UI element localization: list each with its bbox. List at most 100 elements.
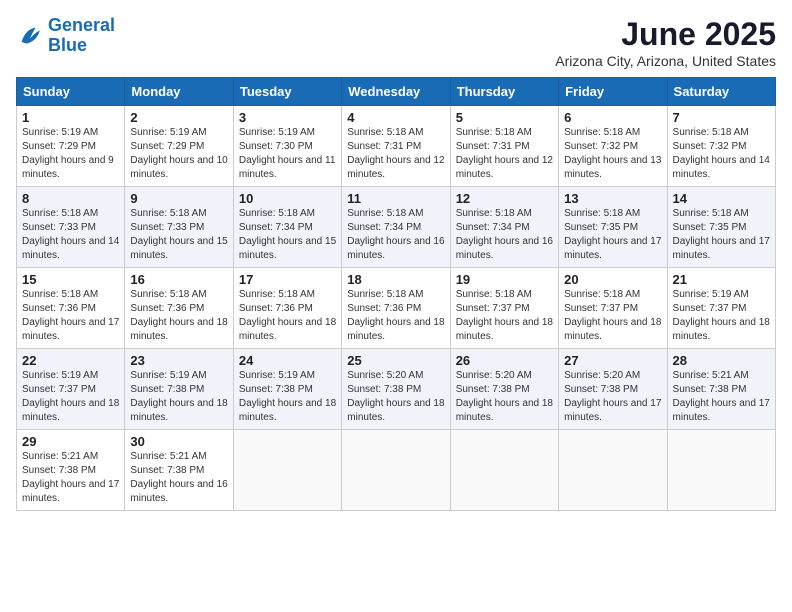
table-row: 28 Sunrise: 5:21 AM Sunset: 7:38 PM Dayl… [667,349,775,430]
day-number: 6 [564,110,661,125]
day-number: 1 [22,110,119,125]
day-number: 3 [239,110,336,125]
day-info: Sunrise: 5:18 AM Sunset: 7:34 PM Dayligh… [347,207,444,263]
calendar-subtitle: Arizona City, Arizona, United States [555,53,776,69]
day-info: Sunrise: 5:18 AM Sunset: 7:35 PM Dayligh… [673,207,770,263]
day-number: 17 [239,272,336,287]
table-row: 3 Sunrise: 5:19 AM Sunset: 7:30 PM Dayli… [233,106,341,187]
day-number: 28 [673,353,770,368]
logo-text: General Blue [48,16,115,56]
table-row: 8 Sunrise: 5:18 AM Sunset: 7:33 PM Dayli… [17,187,125,268]
day-info: Sunrise: 5:20 AM Sunset: 7:38 PM Dayligh… [456,369,553,425]
day-number: 10 [239,191,336,206]
table-row: 22 Sunrise: 5:19 AM Sunset: 7:37 PM Dayl… [17,349,125,430]
calendar-title: June 2025 [555,16,776,53]
day-info: Sunrise: 5:18 AM Sunset: 7:32 PM Dayligh… [673,126,770,182]
day-number: 2 [130,110,227,125]
table-row: 24 Sunrise: 5:19 AM Sunset: 7:38 PM Dayl… [233,349,341,430]
day-number: 25 [347,353,444,368]
table-row: 5 Sunrise: 5:18 AM Sunset: 7:31 PM Dayli… [450,106,558,187]
table-row: 10 Sunrise: 5:18 AM Sunset: 7:34 PM Dayl… [233,187,341,268]
table-row: 14 Sunrise: 5:18 AM Sunset: 7:35 PM Dayl… [667,187,775,268]
day-number: 9 [130,191,227,206]
day-info: Sunrise: 5:20 AM Sunset: 7:38 PM Dayligh… [347,369,444,425]
day-number: 27 [564,353,661,368]
day-info: Sunrise: 5:18 AM Sunset: 7:31 PM Dayligh… [347,126,444,182]
day-number: 15 [22,272,119,287]
day-number: 24 [239,353,336,368]
table-row: 20 Sunrise: 5:18 AM Sunset: 7:37 PM Dayl… [559,268,667,349]
day-info: Sunrise: 5:19 AM Sunset: 7:37 PM Dayligh… [22,369,119,425]
header-sunday: Sunday [17,78,125,106]
table-row: 25 Sunrise: 5:20 AM Sunset: 7:38 PM Dayl… [342,349,450,430]
day-info: Sunrise: 5:18 AM Sunset: 7:37 PM Dayligh… [456,288,553,344]
table-row [342,430,450,511]
day-number: 18 [347,272,444,287]
table-row: 13 Sunrise: 5:18 AM Sunset: 7:35 PM Dayl… [559,187,667,268]
table-row: 16 Sunrise: 5:18 AM Sunset: 7:36 PM Dayl… [125,268,233,349]
header-wednesday: Wednesday [342,78,450,106]
page-header: General Blue June 2025 Arizona City, Ari… [16,16,776,69]
day-number: 4 [347,110,444,125]
day-number: 7 [673,110,770,125]
day-info: Sunrise: 5:19 AM Sunset: 7:29 PM Dayligh… [22,126,119,182]
table-row: 4 Sunrise: 5:18 AM Sunset: 7:31 PM Dayli… [342,106,450,187]
table-row: 21 Sunrise: 5:19 AM Sunset: 7:37 PM Dayl… [667,268,775,349]
day-info: Sunrise: 5:19 AM Sunset: 7:29 PM Dayligh… [130,126,227,182]
table-row: 11 Sunrise: 5:18 AM Sunset: 7:34 PM Dayl… [342,187,450,268]
header-monday: Monday [125,78,233,106]
day-number: 16 [130,272,227,287]
day-number: 12 [456,191,553,206]
day-info: Sunrise: 5:18 AM Sunset: 7:37 PM Dayligh… [564,288,661,344]
day-number: 22 [22,353,119,368]
table-row: 30 Sunrise: 5:21 AM Sunset: 7:38 PM Dayl… [125,430,233,511]
day-number: 5 [456,110,553,125]
table-row [233,430,341,511]
day-number: 20 [564,272,661,287]
header-tuesday: Tuesday [233,78,341,106]
day-info: Sunrise: 5:19 AM Sunset: 7:38 PM Dayligh… [239,369,336,425]
table-row: 9 Sunrise: 5:18 AM Sunset: 7:33 PM Dayli… [125,187,233,268]
day-number: 30 [130,434,227,449]
table-row: 19 Sunrise: 5:18 AM Sunset: 7:37 PM Dayl… [450,268,558,349]
day-info: Sunrise: 5:19 AM Sunset: 7:30 PM Dayligh… [239,126,336,182]
day-number: 8 [22,191,119,206]
table-row: 23 Sunrise: 5:19 AM Sunset: 7:38 PM Dayl… [125,349,233,430]
table-row: 1 Sunrise: 5:19 AM Sunset: 7:29 PM Dayli… [17,106,125,187]
day-number: 29 [22,434,119,449]
table-row: 15 Sunrise: 5:18 AM Sunset: 7:36 PM Dayl… [17,268,125,349]
table-row: 6 Sunrise: 5:18 AM Sunset: 7:32 PM Dayli… [559,106,667,187]
day-info: Sunrise: 5:20 AM Sunset: 7:38 PM Dayligh… [564,369,661,425]
header-thursday: Thursday [450,78,558,106]
day-info: Sunrise: 5:18 AM Sunset: 7:36 PM Dayligh… [22,288,119,344]
day-number: 26 [456,353,553,368]
day-info: Sunrise: 5:18 AM Sunset: 7:33 PM Dayligh… [22,207,119,263]
table-row [450,430,558,511]
day-info: Sunrise: 5:21 AM Sunset: 7:38 PM Dayligh… [130,450,227,506]
day-number: 19 [456,272,553,287]
day-info: Sunrise: 5:19 AM Sunset: 7:38 PM Dayligh… [130,369,227,425]
day-number: 21 [673,272,770,287]
day-number: 13 [564,191,661,206]
table-row: 2 Sunrise: 5:19 AM Sunset: 7:29 PM Dayli… [125,106,233,187]
logo: General Blue [16,16,115,56]
header-saturday: Saturday [667,78,775,106]
table-row: 12 Sunrise: 5:18 AM Sunset: 7:34 PM Dayl… [450,187,558,268]
day-info: Sunrise: 5:19 AM Sunset: 7:37 PM Dayligh… [673,288,770,344]
header-friday: Friday [559,78,667,106]
day-info: Sunrise: 5:21 AM Sunset: 7:38 PM Dayligh… [22,450,119,506]
day-info: Sunrise: 5:18 AM Sunset: 7:33 PM Dayligh… [130,207,227,263]
day-info: Sunrise: 5:18 AM Sunset: 7:35 PM Dayligh… [564,207,661,263]
day-info: Sunrise: 5:18 AM Sunset: 7:31 PM Dayligh… [456,126,553,182]
title-area: June 2025 Arizona City, Arizona, United … [555,16,776,69]
day-info: Sunrise: 5:18 AM Sunset: 7:32 PM Dayligh… [564,126,661,182]
day-info: Sunrise: 5:18 AM Sunset: 7:34 PM Dayligh… [456,207,553,263]
table-row: 7 Sunrise: 5:18 AM Sunset: 7:32 PM Dayli… [667,106,775,187]
day-info: Sunrise: 5:18 AM Sunset: 7:36 PM Dayligh… [239,288,336,344]
day-number: 23 [130,353,227,368]
calendar-table: Sunday Monday Tuesday Wednesday Thursday… [16,77,776,511]
day-info: Sunrise: 5:21 AM Sunset: 7:38 PM Dayligh… [673,369,770,425]
logo-icon [16,22,44,50]
day-info: Sunrise: 5:18 AM Sunset: 7:34 PM Dayligh… [239,207,336,263]
day-info: Sunrise: 5:18 AM Sunset: 7:36 PM Dayligh… [347,288,444,344]
